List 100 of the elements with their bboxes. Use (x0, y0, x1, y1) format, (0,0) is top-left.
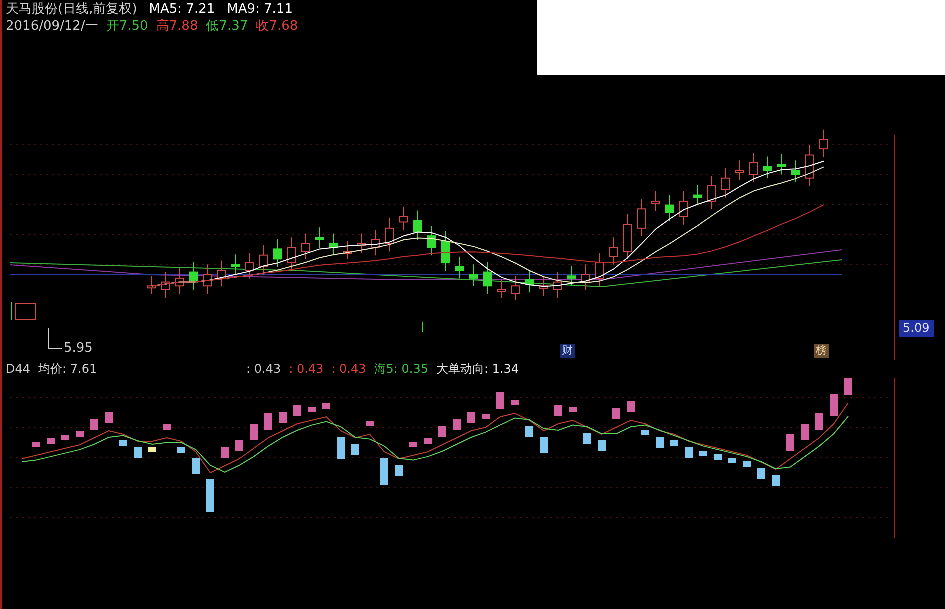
candlestick (666, 194, 674, 222)
indicator-bar (163, 424, 171, 430)
indicator-value: : 0.43 (289, 361, 324, 378)
candlestick (204, 264, 212, 295)
candlestick (288, 237, 296, 272)
candlestick (148, 276, 156, 295)
indicator-bar (322, 404, 330, 409)
date-label: 2016/09/12/一 (6, 18, 98, 35)
candlestick (386, 218, 394, 252)
candlestick (568, 266, 576, 287)
price-tag: 5.09 (899, 320, 934, 337)
indicator-bar (554, 405, 562, 416)
candlestick (260, 244, 268, 276)
candlestick (274, 238, 282, 268)
indicator-bar (670, 440, 678, 446)
candlestick (540, 276, 548, 297)
indicator-bar (148, 448, 156, 452)
candlestick (582, 264, 590, 291)
candlestick (638, 198, 646, 237)
candlestick (792, 160, 800, 183)
candlestick (498, 280, 506, 298)
ma-value: MA9: 7.11 (227, 1, 293, 18)
indicator-bar (700, 451, 708, 456)
candlestick (176, 268, 184, 295)
indicator-bar (410, 442, 418, 448)
indicator-bar (90, 419, 98, 430)
indicator-bar (844, 378, 852, 395)
candlestick (554, 272, 562, 298)
candlestick (246, 252, 254, 280)
candlestick (596, 252, 604, 287)
indicator-bar (178, 448, 186, 453)
indicator-bar (714, 454, 722, 460)
candlestick (344, 241, 352, 260)
indicator-bar (221, 447, 229, 458)
indicator-bar (656, 437, 664, 448)
indicator-bar (540, 437, 548, 454)
indicator-bar (743, 462, 751, 467)
indicator-bar (206, 479, 214, 512)
indicator-bar (294, 405, 302, 416)
indicator-bar (482, 414, 490, 420)
indicator-bar (496, 392, 504, 409)
indicator-bar (612, 408, 620, 420)
indicator-bar (192, 458, 200, 474)
candlestick (428, 226, 436, 256)
candlestick (778, 154, 786, 176)
indicator-bar (728, 458, 736, 464)
event-marker: 财 (560, 344, 575, 358)
candlestick (806, 144, 814, 187)
indicator-bar (685, 448, 693, 458)
low-price-label: 5.95 (64, 340, 93, 357)
indicator-name: D44 (6, 361, 31, 378)
ma-value: MA5: 7.21 (149, 1, 216, 18)
indicator-bar (584, 434, 592, 444)
candlestick (736, 160, 744, 181)
indicator-bar (830, 394, 838, 416)
indicator-bar (134, 448, 142, 458)
indicator-bar (786, 434, 794, 451)
indicator-bar (250, 424, 258, 440)
indicator-bar (758, 468, 766, 480)
indicator-value: : 0.43 (246, 361, 282, 378)
indicator-bar (120, 440, 128, 446)
indicator-bar (511, 400, 519, 406)
average-price: 均价: 7.61 (38, 361, 98, 378)
candlestick (442, 231, 450, 272)
indicator-bar (453, 419, 461, 430)
candlestick (232, 254, 240, 276)
candlestick (470, 264, 478, 287)
indicator-bar (526, 426, 534, 438)
candlestick (526, 270, 534, 294)
indicator-bar (438, 426, 446, 437)
low-marker-icon (48, 328, 62, 350)
candlestick (610, 237, 618, 266)
indicator-bar (352, 444, 360, 455)
candlestick (680, 190, 688, 226)
indicator-bar (380, 458, 388, 486)
candlestick (484, 262, 492, 295)
indicator-bar (366, 421, 374, 426)
candlestick (694, 184, 702, 206)
quote-value: 收7.68 (256, 18, 298, 35)
indicator-bar (105, 412, 113, 423)
quote-value: 低7.37 (206, 18, 248, 35)
candlestick (624, 214, 632, 260)
indicator-value: 海5: 0.35 (374, 361, 428, 378)
quote-value: 高7.88 (156, 18, 198, 35)
indicator-bar (32, 442, 40, 448)
candlestick (652, 190, 660, 212)
indicator-bar (772, 476, 780, 486)
indicator-bar (62, 435, 70, 440)
indicator-bar (279, 412, 287, 423)
tick-mark (422, 322, 424, 332)
event-marker: 榜 (814, 344, 829, 358)
candlestick (190, 262, 198, 291)
indicator-value: : 0.43 (332, 361, 366, 378)
candlestick (316, 227, 324, 248)
stock-title: 天马股份(日线,前复权) (6, 1, 138, 18)
candlestick (708, 176, 716, 210)
candlestick (330, 233, 338, 256)
indicator-bar (468, 412, 476, 423)
indicator-value: 大单动向: 1.34 (436, 361, 520, 378)
indicator-bar (47, 438, 55, 444)
